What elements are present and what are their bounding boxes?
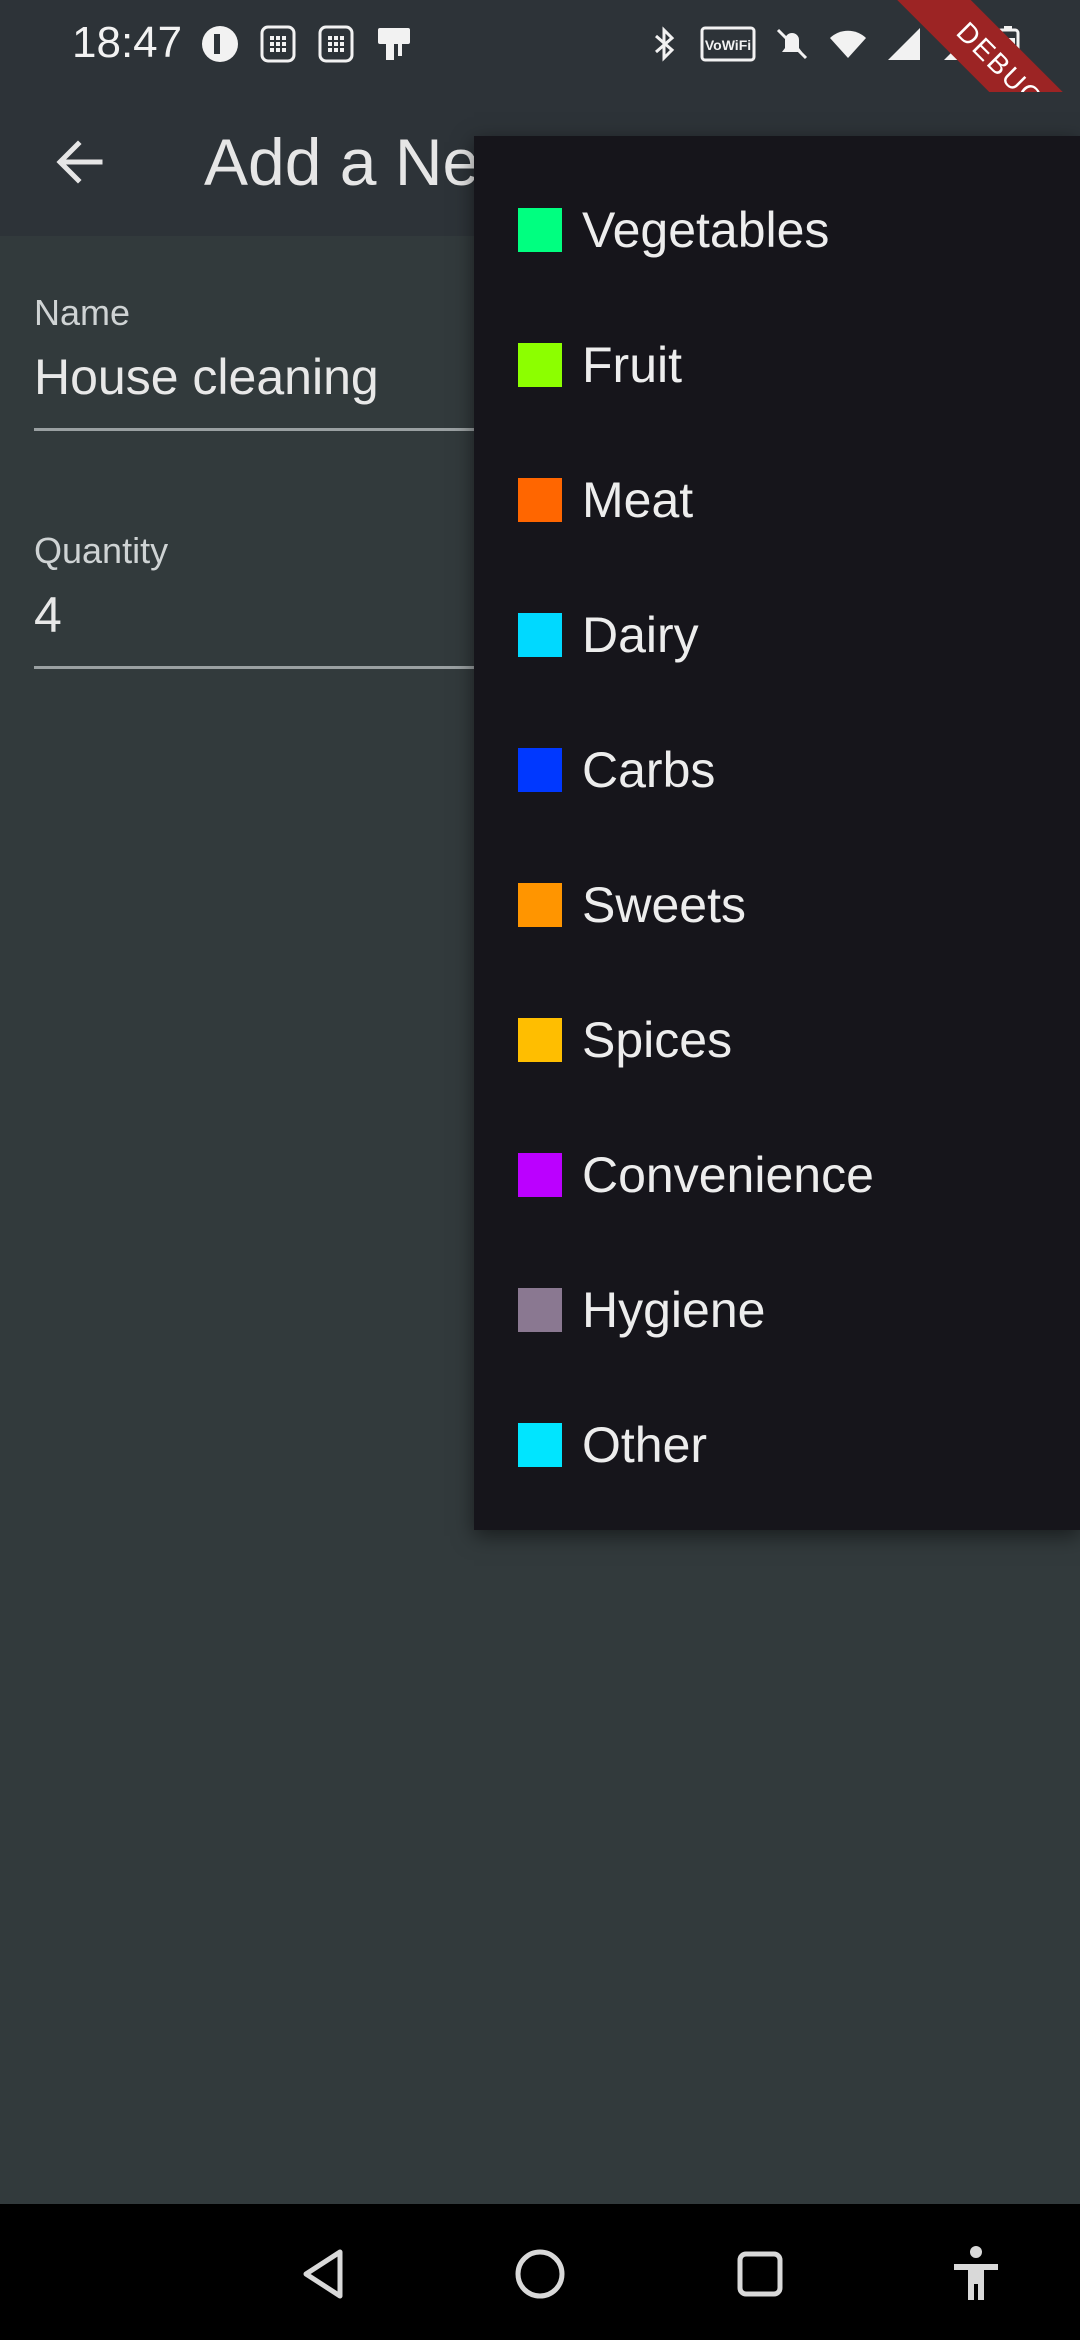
app-icon-p [202,26,238,62]
status-time: 18:47 [72,18,183,67]
color-swatch [518,477,562,522]
menu-item-convenience[interactable]: Convenience [474,1107,1080,1242]
color-swatch [518,1422,562,1467]
menu-item-label: Sweets [582,876,746,933]
home-circle-icon[interactable] [508,2242,572,2306]
menu-item-spices[interactable]: Spices [474,972,1080,1107]
menu-item-label: Vegetables [582,201,830,258]
menu-item-hygiene[interactable]: Hygiene [474,1242,1080,1377]
wifi-icon [830,30,866,58]
menu-item-label: Convenience [582,1146,874,1203]
menu-item-meat[interactable]: Meat [474,432,1080,567]
sim-icon [318,25,354,63]
recents-square-icon[interactable] [728,2242,792,2306]
menu-item-other[interactable]: Other [474,1377,1080,1512]
accessibility-icon[interactable] [944,2242,1008,2306]
menu-item-label: Meat [582,471,694,528]
vowifi-label: VoWiFi [705,37,751,53]
vowifi-icon: VoWiFi [700,26,756,62]
category-dropdown-menu: Vegetables Fruit Meat Dairy Carbs Sweets… [474,136,1080,1530]
device-icon [378,28,410,60]
signal-icon [888,28,920,60]
color-swatch [518,1152,562,1197]
menu-item-label: Hygiene [582,1281,766,1338]
sim-icon [260,25,296,63]
bluetooth-icon [655,26,675,62]
color-swatch [518,342,562,387]
menu-item-label: Carbs [582,741,716,798]
menu-item-sweets[interactable]: Sweets [474,837,1080,972]
mute-icon [776,28,808,60]
status-left-icons [200,24,414,64]
color-swatch [518,747,562,792]
system-nav-bar [0,2204,1080,2340]
menu-item-label: Spices [582,1011,733,1068]
back-triangle-icon[interactable] [292,2242,356,2306]
color-swatch [518,1287,562,1332]
color-swatch [518,612,562,657]
color-swatch [518,882,562,927]
color-swatch [518,1017,562,1062]
menu-item-dairy[interactable]: Dairy [474,567,1080,702]
menu-item-label: Fruit [582,336,682,393]
menu-item-fruit[interactable]: Fruit [474,297,1080,432]
menu-item-vegetables[interactable]: Vegetables [474,162,1080,297]
menu-item-label: Other [582,1416,708,1473]
back-button[interactable] [40,122,120,202]
menu-item-label: Dairy [582,606,699,663]
status-bar: 18:47 VoWiFi DEBUG [0,0,1080,198]
color-swatch [518,207,562,252]
arrow-back-icon [56,140,103,184]
menu-item-carbs[interactable]: Carbs [474,702,1080,837]
